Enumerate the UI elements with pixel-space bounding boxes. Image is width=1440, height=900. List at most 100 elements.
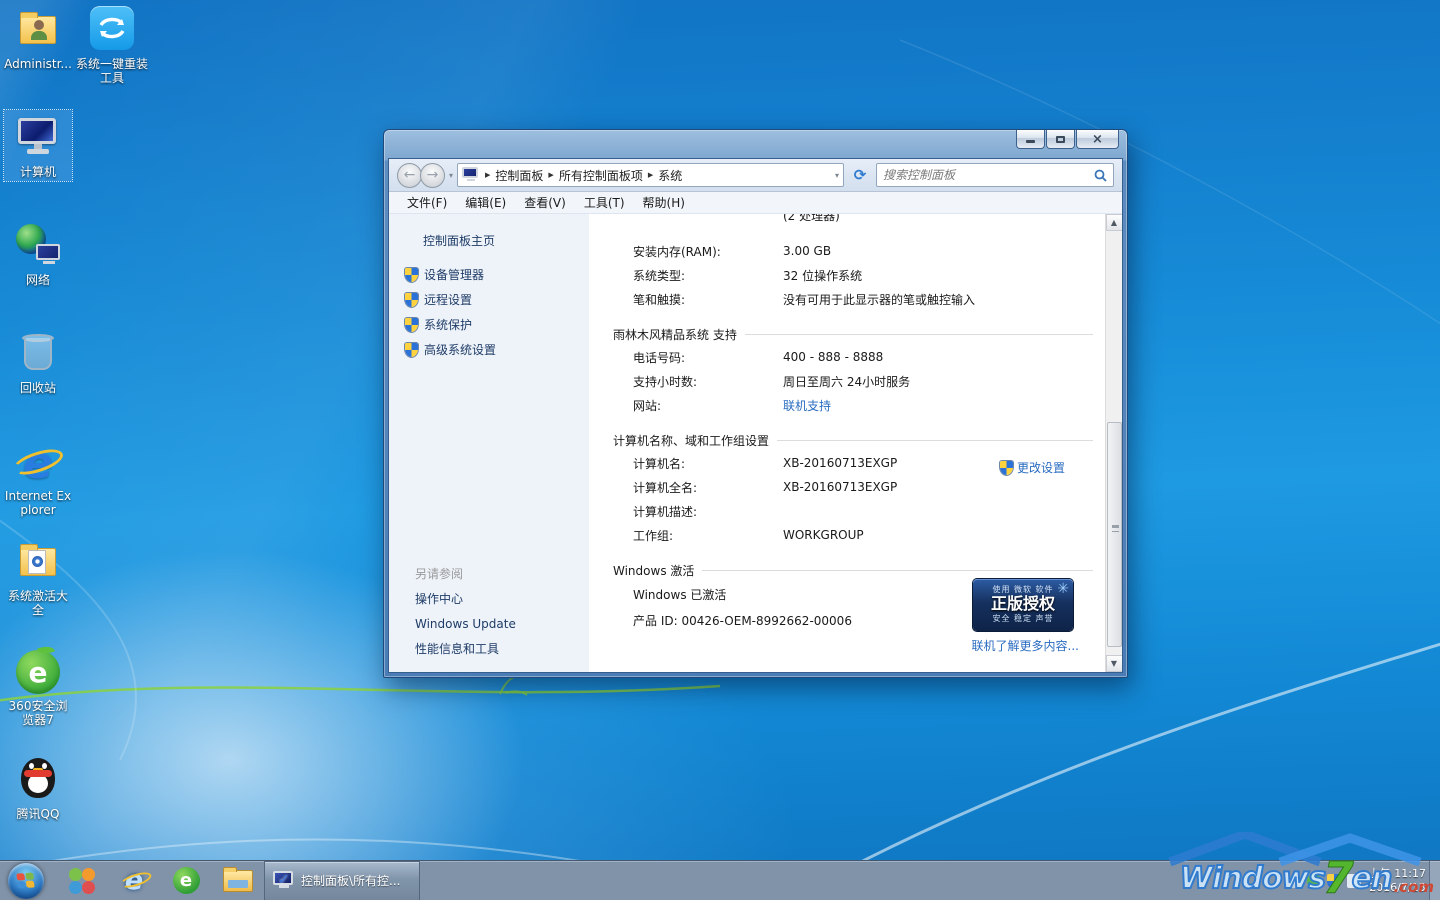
scroll-down-arrow[interactable]: ▼ [1105, 655, 1122, 672]
computer-name-section-header: 计算机名称、域和工作组设置 [613, 429, 1093, 451]
clover-app-icon [69, 867, 95, 894]
user-folder-icon [14, 6, 62, 54]
qq-penguin-icon [14, 756, 62, 804]
navigation-bar: ← → ▾ ▶ 控制面板 ▶ 所有控制面板项 ▶ 系统 ▾ ⟳ [389, 159, 1122, 192]
spec-row-system-type: 系统类型: 32 位操作系统 [633, 268, 863, 283]
forward-button[interactable]: → [420, 162, 445, 188]
internet-explorer-icon: e [10, 438, 66, 489]
taskbar-icon-360-browser[interactable]: e [160, 861, 212, 900]
sidebar-item-windows-update[interactable]: Windows Update [415, 612, 516, 637]
desktop-icon-administrator[interactable]: Administr... [4, 6, 72, 71]
close-button[interactable]: × [1076, 130, 1119, 149]
computer-row-fullname: 计算机全名: XB-20160713EXGP [633, 480, 898, 495]
support-row-phone: 电话号码: 400 - 888 - 8888 [633, 350, 884, 365]
address-computer-icon [462, 167, 480, 183]
desktop-icon-reinstall-tool[interactable]: 系统一键重装工具 [76, 6, 148, 85]
uac-shield-icon [405, 317, 418, 332]
desktop-icon-tencent-qq[interactable]: 腾讯QQ [4, 756, 72, 821]
sidebar-item-action-center[interactable]: 操作中心 [415, 587, 516, 612]
sidebar-item-device-manager[interactable]: 设备管理器 [405, 262, 496, 287]
icon-label: 回收站 [19, 381, 56, 395]
icon-label: Internet Explorer [4, 489, 72, 517]
search-input[interactable] [883, 168, 1094, 182]
uac-shield-icon [405, 292, 418, 307]
taskbar-clock[interactable]: 上午 11:17 2016/7/13 [1369, 867, 1426, 895]
desktop-icon-computer[interactable]: 计算机 [3, 109, 73, 182]
computer-row-workgroup: 工作组: WORKGROUP [633, 528, 864, 543]
show-desktop-button[interactable] [1429, 861, 1440, 900]
sidebar-item-control-panel-home[interactable]: 控制面板主页 [423, 232, 495, 249]
sidebar-item-remote-settings[interactable]: 远程设置 [405, 287, 496, 312]
back-button[interactable]: ← [397, 162, 422, 188]
taskbar-icon-suite[interactable] [56, 861, 108, 900]
desktop-icon-recycle-bin[interactable]: 回收站 [4, 330, 72, 395]
menu-tools[interactable]: 工具(T) [576, 192, 633, 213]
see-also-header: 另请参阅 [415, 567, 464, 581]
support-row-hours: 支持小时数: 周日至周六 24小时服务 [633, 374, 911, 389]
network-icon [14, 222, 62, 270]
taskbar-icon-internet-explorer[interactable]: e [108, 861, 160, 900]
scrollbar-thumb[interactable] [1106, 421, 1122, 647]
title-bar[interactable]: × [384, 130, 1127, 158]
sidebar: 控制面板主页 设备管理器 远程设置 系统保护 高级系统设置 另请参阅 操作中心 … [389, 214, 589, 672]
menu-help[interactable]: 帮助(H) [635, 192, 693, 213]
activation-folder-icon [14, 538, 62, 586]
start-button[interactable] [8, 862, 44, 899]
uac-shield-icon [999, 460, 1013, 475]
scrollbar-track[interactable] [1106, 231, 1123, 655]
desktop: Administr... 系统一键重装工具 计算机 网络 回收站 e Inter… [0, 0, 1440, 900]
360-browser-icon: e [14, 643, 62, 696]
genuine-microsoft-badge[interactable]: 使用 微软 软件 正版授权 安全 稳定 声誉 ✳ [973, 579, 1073, 631]
refresh-button[interactable]: ⟳ [848, 163, 872, 187]
system-tray: 上午 11:17 2016/7/13 [1286, 861, 1426, 900]
icon-label: 网络 [25, 273, 50, 287]
sidebar-item-system-protection[interactable]: 系统保护 [405, 312, 496, 337]
system-window: × ← → ▾ ▶ 控制面板 ▶ 所有控制面板项 ▶ 系统 ▾ ⟳ 搜索控制面板… [383, 129, 1128, 678]
search-icon[interactable] [1094, 169, 1107, 182]
online-support-link[interactable]: 联机支持 [783, 397, 1093, 414]
windows-flag-icon [16, 871, 35, 889]
sidebar-item-performance-tools[interactable]: 性能信息和工具 [415, 637, 516, 662]
breadcrumb-system[interactable]: ▶ 系统 [648, 167, 682, 184]
maximize-button[interactable] [1046, 130, 1075, 149]
support-row-website: 网站: 联机支持 [633, 393, 1093, 417]
system-window-icon: ✓ [273, 870, 295, 891]
activation-section-header: Windows 激活 [613, 559, 1093, 581]
support-section-header: 雨林木风精品系统 支持 [613, 323, 1093, 345]
icon-label: 360安全浏览器7 [8, 699, 68, 727]
clock-time: 上午 11:17 [1368, 867, 1426, 880]
sidebar-item-advanced-settings[interactable]: 高级系统设置 [405, 337, 496, 362]
icon-label: Administr... [4, 57, 72, 71]
desktop-icon-activation-collection[interactable]: 系统激活大全 [4, 538, 72, 617]
search-box[interactable] [876, 163, 1114, 187]
change-settings-link[interactable]: 更改设置 [999, 459, 1065, 476]
uac-shield-icon [405, 267, 418, 282]
desktop-icon-network[interactable]: 网络 [4, 222, 72, 287]
desktop-icon-360-browser[interactable]: e 360安全浏览器7 [4, 643, 72, 727]
breadcrumb-all-items[interactable]: ▶ 所有控制面板项 [548, 167, 642, 184]
taskbar: e e ✓ 控制面板\所有控... 上午 11:17 2016/7/13 [0, 860, 1440, 900]
internet-explorer-icon: e [118, 865, 153, 896]
breadcrumb-control-panel[interactable]: ▶ 控制面板 [485, 167, 543, 184]
learn-more-online-link[interactable]: 联机了解更多内容... [972, 637, 1079, 654]
tray-antivirus-icon[interactable] [1306, 874, 1321, 888]
minimize-button[interactable] [1016, 130, 1045, 149]
computer-row-description: 计算机描述: [633, 504, 698, 519]
vertical-scrollbar[interactable]: ▲ ▼ [1105, 214, 1122, 672]
tray-show-hidden-icon[interactable] [1286, 874, 1301, 888]
scroll-up-arrow[interactable]: ▲ [1105, 214, 1122, 231]
menu-edit[interactable]: 编辑(E) [457, 192, 514, 213]
tray-network-icon[interactable] [1346, 874, 1361, 888]
tray-action-center-icon[interactable] [1326, 874, 1341, 888]
menu-file[interactable]: 文件(F) [399, 192, 455, 213]
desktop-icon-internet-explorer[interactable]: e Internet Explorer [4, 438, 72, 517]
taskbar-icon-explorer[interactable] [212, 861, 264, 900]
history-dropdown-icon[interactable]: ▾ [449, 171, 453, 180]
clock-date: 2016/7/13 [1369, 881, 1426, 894]
spec-row-ram: 安装内存(RAM): 3.00 GB [633, 244, 832, 259]
address-bar[interactable]: ▶ 控制面板 ▶ 所有控制面板项 ▶ 系统 ▾ [457, 163, 844, 187]
address-dropdown-icon[interactable]: ▾ [835, 171, 839, 180]
taskbar-active-window[interactable]: ✓ 控制面板\所有控... [264, 860, 420, 900]
menu-view[interactable]: 查看(V) [516, 192, 574, 213]
reinstall-tool-icon [88, 6, 136, 54]
